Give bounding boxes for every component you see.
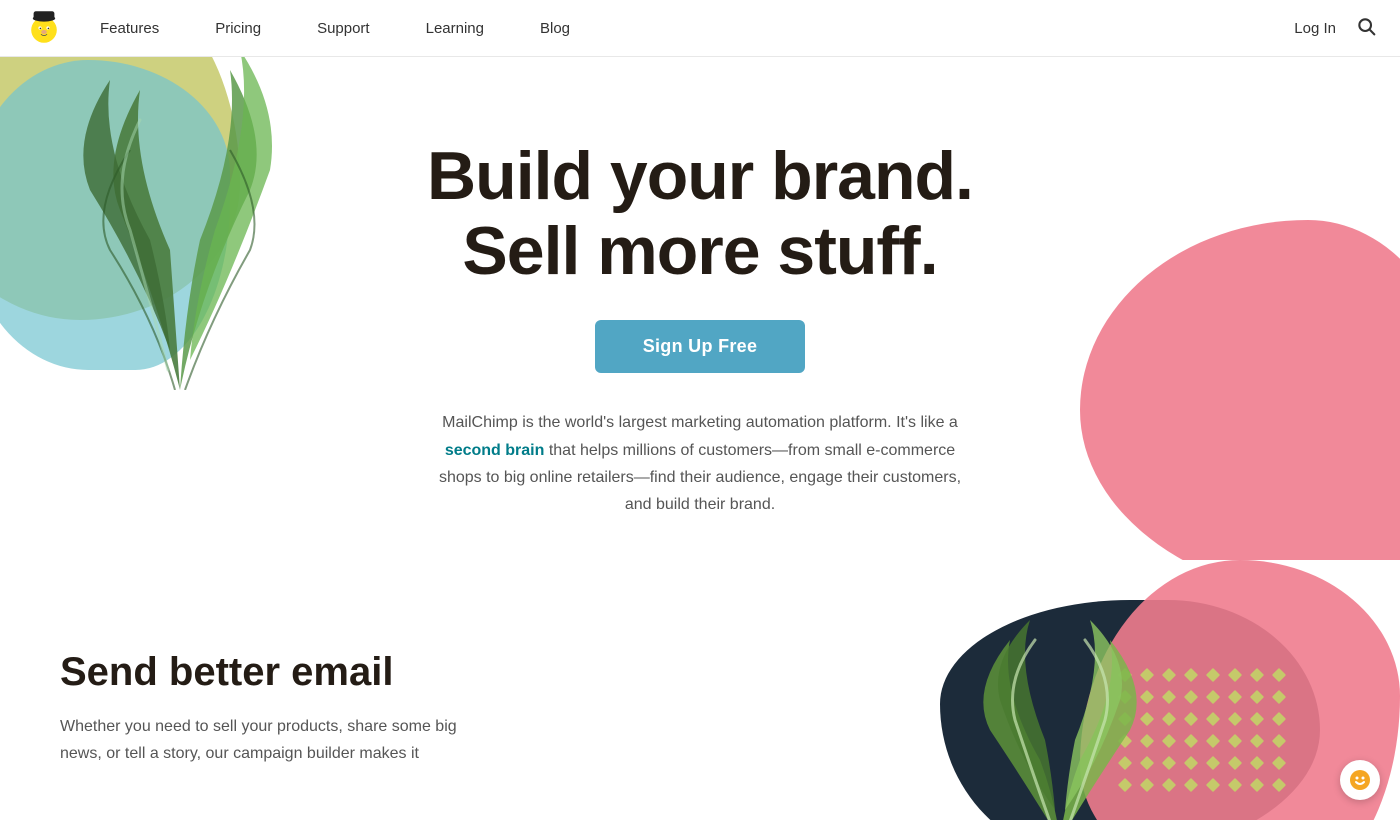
dot <box>1162 734 1176 748</box>
hero-title-line2: Sell more stuff. <box>427 214 973 289</box>
hero-title-line1: Build your brand. <box>427 139 973 214</box>
dot <box>1228 734 1242 748</box>
dot <box>1250 690 1264 704</box>
dot <box>1206 734 1220 748</box>
dot <box>1162 712 1176 726</box>
dot <box>1162 690 1176 704</box>
nav-link-support[interactable]: Support <box>289 0 398 57</box>
email-section: Send better email Whether you need to se… <box>0 560 1400 820</box>
nav-link-blog[interactable]: Blog <box>512 0 598 57</box>
hero-title: Build your brand. Sell more stuff. <box>427 139 973 289</box>
dot <box>1206 778 1220 792</box>
dot <box>1184 668 1198 682</box>
dot <box>1162 778 1176 792</box>
dot <box>1228 778 1242 792</box>
login-link[interactable]: Log In <box>1294 20 1336 37</box>
crisp-logo-button[interactable] <box>1340 760 1380 800</box>
dot <box>1250 756 1264 770</box>
search-icon[interactable] <box>1356 16 1376 41</box>
palm-leaves-icon <box>80 10 280 390</box>
signup-button[interactable]: Sign Up Free <box>595 320 806 373</box>
dot <box>1250 712 1264 726</box>
dot <box>1206 668 1220 682</box>
main-nav: Features Pricing Support Learning Blog L… <box>0 0 1400 57</box>
blob-pink-right <box>1080 220 1400 560</box>
dot <box>1184 756 1198 770</box>
nav-link-learning[interactable]: Learning <box>398 0 512 57</box>
dot <box>1184 690 1198 704</box>
hero-decoration-left <box>0 0 360 440</box>
email-section-right <box>700 620 1400 820</box>
dot <box>1206 756 1220 770</box>
email-section-left: Send better email Whether you need to se… <box>0 620 700 820</box>
nav-left: Features Pricing Support Learning Blog <box>24 0 598 57</box>
dot <box>1162 668 1176 682</box>
dot <box>1250 668 1264 682</box>
dot <box>1162 756 1176 770</box>
nav-link-pricing[interactable]: Pricing <box>187 0 289 57</box>
blob-blue <box>0 60 230 370</box>
nav-links: Features Pricing Support Learning Blog <box>72 0 598 57</box>
dot <box>1250 734 1264 748</box>
dot <box>1228 668 1242 682</box>
hero-decoration-right <box>1040 220 1400 560</box>
nav-link-features[interactable]: Features <box>72 0 187 57</box>
nav-right: Log In <box>1294 16 1376 41</box>
second-brain-link[interactable]: second brain <box>445 442 545 459</box>
dot <box>1184 778 1198 792</box>
dot <box>1228 756 1242 770</box>
dot <box>1206 712 1220 726</box>
dot <box>1206 690 1220 704</box>
email-section-text: Whether you need to sell your products, … <box>60 713 480 767</box>
hero-description: MailChimp is the world's largest marketi… <box>435 409 965 518</box>
mailchimp-logo[interactable] <box>24 8 64 48</box>
dot <box>1184 734 1198 748</box>
email-section-title: Send better email <box>60 650 640 695</box>
dot <box>1228 712 1242 726</box>
plant-icon <box>960 610 1160 820</box>
dot <box>1184 712 1198 726</box>
dot <box>1228 690 1242 704</box>
dot <box>1250 778 1264 792</box>
hero-content: Build your brand. Sell more stuff. Sign … <box>407 79 993 538</box>
hero-section: Build your brand. Sell more stuff. Sign … <box>0 0 1400 560</box>
